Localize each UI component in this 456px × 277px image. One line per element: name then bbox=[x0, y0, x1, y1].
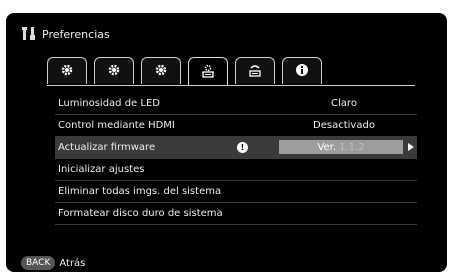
list-item-led-brightness[interactable]: Luminosidad de LED Claro bbox=[55, 93, 417, 115]
preferences-screen: Preferencias Luminosidad de LED Claro Co… bbox=[6, 13, 447, 272]
list-item-hdmi-control[interactable]: Control mediante HDMI Desactivado bbox=[55, 115, 417, 137]
tab-system-settings[interactable] bbox=[188, 57, 228, 86]
firmware-version-box: Ver. 1.1.2 bbox=[279, 140, 403, 154]
tab-network[interactable] bbox=[235, 57, 275, 84]
network-icon bbox=[248, 62, 262, 81]
info-icon bbox=[295, 62, 309, 81]
back-control[interactable]: BACK Atrás bbox=[21, 256, 85, 270]
tab-info[interactable] bbox=[282, 57, 322, 84]
list-item-format-system-hdd[interactable]: Formatear disco duro de sistema bbox=[55, 203, 417, 225]
gear-icon bbox=[154, 62, 168, 81]
list-item-label: Inicializar ajustes bbox=[58, 164, 145, 175]
settings-list: Luminosidad de LED Claro Control mediant… bbox=[55, 93, 417, 225]
list-item-label: Actualizar firmware bbox=[58, 142, 156, 153]
version-prefix: Ver. bbox=[317, 141, 337, 153]
back-button[interactable]: BACK bbox=[21, 256, 56, 270]
system-settings-icon bbox=[201, 63, 215, 82]
list-item-firmware-update[interactable]: Actualizar firmware ! Ver. 1.1.2 bbox=[55, 137, 417, 159]
list-item-label: Formatear disco duro de sistema bbox=[58, 208, 223, 219]
settings-tabs bbox=[47, 57, 329, 86]
tab-settings-3[interactable] bbox=[141, 57, 181, 84]
preferences-icon bbox=[21, 26, 37, 42]
list-item-label: Luminosidad de LED bbox=[58, 98, 160, 109]
tab-settings-1[interactable] bbox=[47, 57, 87, 84]
header: Preferencias bbox=[21, 24, 110, 44]
tab-settings-2[interactable] bbox=[94, 57, 134, 84]
page-title: Preferencias bbox=[42, 27, 110, 41]
list-item-value: Claro bbox=[331, 98, 357, 109]
alert-icon: ! bbox=[237, 142, 248, 153]
gear-icon bbox=[107, 62, 121, 81]
list-item-delete-system-images[interactable]: Eliminar todas imgs. del sistema bbox=[55, 181, 417, 203]
tabs-divider bbox=[47, 85, 415, 86]
list-item-value: Desactivado bbox=[313, 120, 375, 131]
list-item-reset-settings[interactable]: Inicializar ajustes bbox=[55, 159, 417, 181]
gear-icon bbox=[60, 62, 74, 81]
arrow-right-icon[interactable] bbox=[408, 143, 414, 151]
list-item-label: Eliminar todas imgs. del sistema bbox=[58, 186, 222, 197]
list-item-label: Control mediante HDMI bbox=[58, 120, 175, 131]
back-label: Atrás bbox=[59, 257, 86, 269]
version-number: 1.1.2 bbox=[339, 141, 365, 153]
